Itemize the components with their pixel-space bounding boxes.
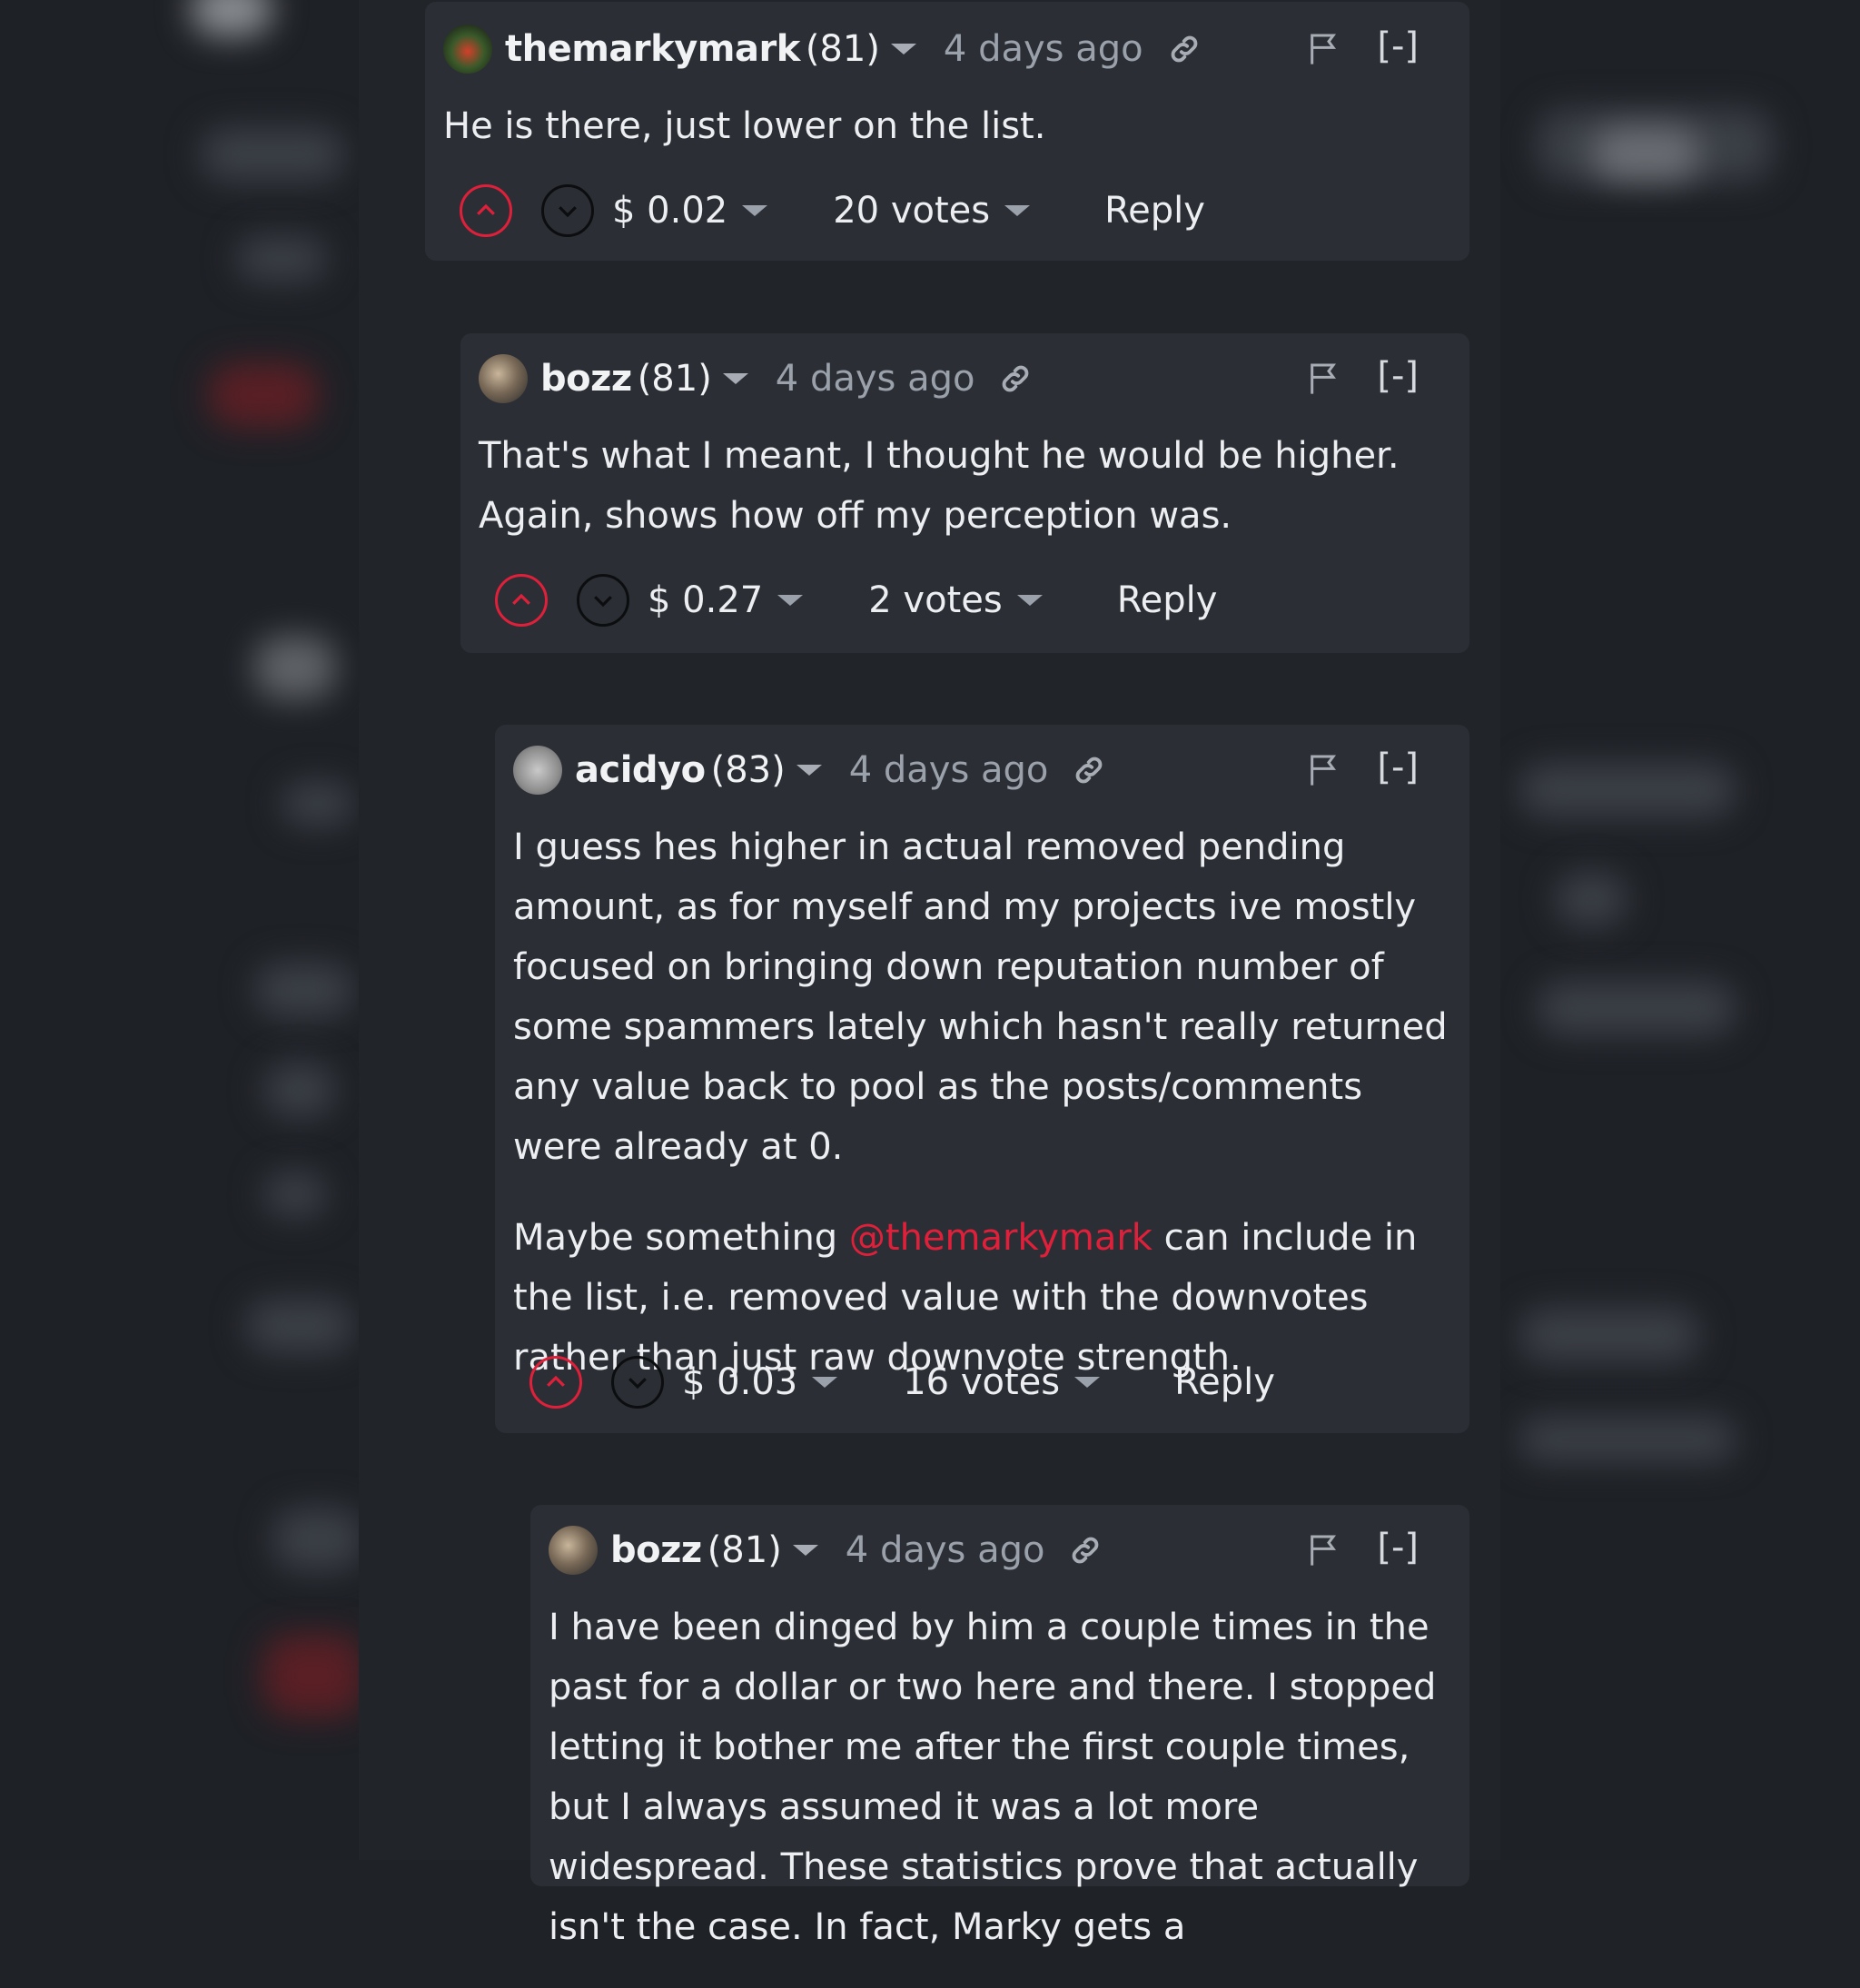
flag-icon[interactable] <box>1306 359 1342 399</box>
votes-caret-icon[interactable] <box>1016 595 1043 606</box>
payout-caret-icon[interactable] <box>742 205 768 216</box>
author-name[interactable]: bozz <box>540 358 632 400</box>
author-menu-caret-icon[interactable] <box>792 1545 818 1556</box>
votes-caret-icon[interactable] <box>1074 1377 1101 1388</box>
comment-card: acidyo (83) 4 days ago [-] I guess hes h… <box>495 725 1469 1433</box>
comment-text: I have been dinged by him a couple times… <box>549 1607 1437 1948</box>
comment-body: I have been dinged by him a couple times… <box>549 1597 1453 1988</box>
author-menu-caret-icon[interactable] <box>722 373 748 384</box>
comment-text: He is there, just lower on the list. <box>443 105 1046 147</box>
collapse-toggle[interactable]: [-] <box>1377 25 1419 67</box>
comment-header: bozz (81) 4 days ago [-] <box>479 351 1451 406</box>
downvote-icon <box>628 1378 647 1390</box>
upvote-icon <box>512 593 530 605</box>
comment-footer: $ 0.03 16 votes Reply <box>529 1353 1275 1411</box>
avatar[interactable] <box>443 25 492 74</box>
author-name[interactable]: acidyo <box>575 749 706 791</box>
blurred-left-panel <box>0 0 359 1860</box>
payout-amount[interactable]: $ 0.27 <box>648 579 763 621</box>
reputation: (81) <box>707 1529 782 1571</box>
comment-footer: $ 0.27 2 votes Reply <box>495 571 1217 629</box>
downvote-icon <box>594 596 612 608</box>
reputation: (81) <box>637 358 712 400</box>
author-menu-caret-icon[interactable] <box>890 44 916 54</box>
vote-count[interactable]: 16 votes <box>903 1361 1060 1403</box>
collapse-toggle[interactable]: [-] <box>1377 1527 1419 1568</box>
payout-caret-icon[interactable] <box>812 1377 838 1388</box>
flag-icon[interactable] <box>1306 750 1342 790</box>
timestamp[interactable]: 4 days ago <box>944 28 1143 70</box>
votes-caret-icon[interactable] <box>1004 205 1031 216</box>
upvote-icon <box>477 203 495 215</box>
reputation: (83) <box>710 749 786 791</box>
avatar[interactable] <box>513 746 562 795</box>
author-menu-caret-icon[interactable] <box>796 765 822 776</box>
reply-button[interactable]: Reply <box>1174 1361 1275 1403</box>
timestamp[interactable]: 4 days ago <box>849 749 1049 791</box>
upvote-button[interactable] <box>495 574 548 627</box>
collapse-toggle[interactable]: [-] <box>1377 355 1419 397</box>
downvote-button[interactable] <box>577 574 629 627</box>
comment-header: themarkymark (81) 4 days ago [-] <box>443 22 1451 76</box>
comment-header: acidyo (83) 4 days ago [-] <box>513 743 1451 797</box>
downvote-button[interactable] <box>611 1356 664 1409</box>
link-icon[interactable] <box>998 361 1033 397</box>
comment-header: bozz (81) 4 days ago [-] <box>549 1523 1451 1578</box>
comment-body: I guess hes higher in actual removed pen… <box>513 817 1453 1419</box>
upvote-button[interactable] <box>460 184 512 237</box>
payout-caret-icon[interactable] <box>777 595 804 606</box>
payout-amount[interactable]: $ 0.03 <box>682 1361 797 1403</box>
comment-card: bozz (81) 4 days ago [-] I have been din… <box>530 1505 1469 1948</box>
avatar[interactable] <box>549 1526 598 1575</box>
comment-body: He is there, just lower on the list. <box>443 96 1453 187</box>
link-icon[interactable] <box>1072 752 1106 788</box>
timestamp[interactable]: 4 days ago <box>846 1529 1045 1571</box>
avatar[interactable] <box>479 354 528 403</box>
comment-text: That's what I meant, I thought he would … <box>479 435 1400 537</box>
link-icon[interactable] <box>1167 31 1202 67</box>
downvote-icon <box>559 206 577 218</box>
author-name[interactable]: bozz <box>610 1529 702 1571</box>
comment-footer: $ 0.02 20 votes Reply <box>460 182 1205 240</box>
comment-text-part: Maybe something <box>513 1217 849 1259</box>
payout-amount[interactable]: $ 0.02 <box>612 190 727 232</box>
vote-count[interactable]: 2 votes <box>868 579 1002 621</box>
flag-icon[interactable] <box>1306 1530 1342 1570</box>
comment-text: I guess hes higher in actual removed pen… <box>513 826 1448 1168</box>
timestamp[interactable]: 4 days ago <box>776 358 975 400</box>
flag-icon[interactable] <box>1306 29 1342 69</box>
downvote-button[interactable] <box>541 184 594 237</box>
collapse-toggle[interactable]: [-] <box>1377 747 1419 788</box>
comment-card: themarkymark (81) 4 days ago [-] He is t… <box>425 2 1469 261</box>
author-name[interactable]: themarkymark <box>505 28 800 70</box>
reputation: (81) <box>805 28 880 70</box>
user-mention-link[interactable]: @themarkymark <box>849 1217 1153 1259</box>
comment-body: That's what I meant, I thought he would … <box>479 426 1453 577</box>
upvote-icon <box>547 1375 565 1387</box>
vote-count[interactable]: 20 votes <box>833 190 990 232</box>
reply-button[interactable]: Reply <box>1117 579 1218 621</box>
reply-button[interactable]: Reply <box>1104 190 1205 232</box>
blurred-right-panel <box>1500 0 1860 1860</box>
link-icon[interactable] <box>1068 1532 1103 1568</box>
upvote-button[interactable] <box>529 1356 582 1409</box>
comment-card: bozz (81) 4 days ago [-] That's what I m… <box>460 333 1469 653</box>
